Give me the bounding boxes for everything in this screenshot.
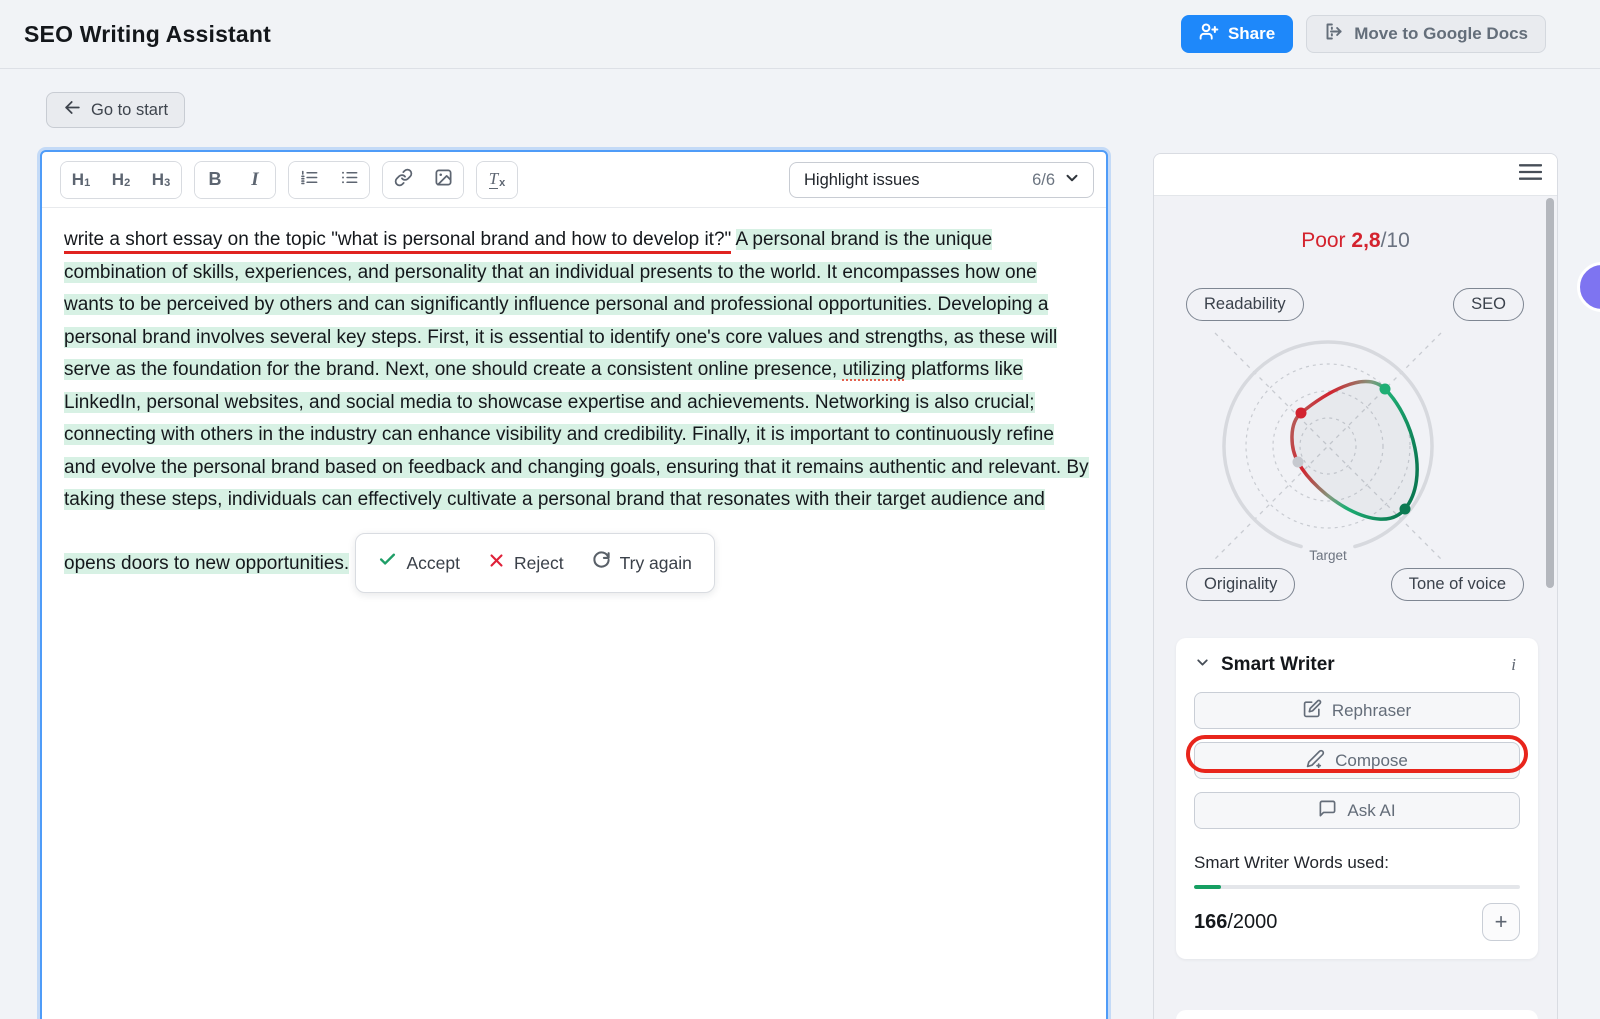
ordered-list-icon	[300, 168, 319, 192]
rephraser-label: Rephraser	[1332, 701, 1411, 721]
smart-writer-header[interactable]: Smart Writer i	[1194, 654, 1520, 676]
smart-writer-card: Smart Writer i Rephraser Compos	[1176, 638, 1538, 959]
prompt-text: write a short essay on the topic "what i…	[64, 229, 731, 254]
heading-group: H1 H2 H3	[60, 161, 182, 199]
export-icon	[1324, 21, 1345, 47]
add-words-button[interactable]: +	[1482, 903, 1520, 941]
readability-pill[interactable]: Readability	[1186, 288, 1304, 321]
chevron-down-icon	[1063, 169, 1081, 192]
topbar-actions: Share Move to Google Docs	[1181, 15, 1546, 53]
reject-button[interactable]: Reject	[488, 547, 564, 580]
score-label: Poor	[1301, 229, 1345, 252]
score-gauge: Target	[1154, 324, 1558, 574]
share-button-label: Share	[1228, 24, 1275, 44]
compose-label: Compose	[1335, 751, 1408, 771]
arrow-left-icon	[63, 98, 82, 122]
page-title: SEO Writing Assistant	[24, 21, 271, 48]
h2-button[interactable]: H2	[101, 162, 141, 198]
editor-panel: H1 H2 H3 B I	[40, 150, 1108, 1019]
words-used-count: 166/2000	[1194, 911, 1277, 934]
readability-dot	[1296, 408, 1307, 419]
score-value: 2,8	[1351, 229, 1380, 252]
words-used-progress-fill	[1194, 885, 1221, 889]
originality-dot	[1293, 457, 1304, 468]
link-icon	[394, 168, 413, 192]
next-card-peek	[1176, 1010, 1538, 1019]
seo-pill[interactable]: SEO	[1453, 288, 1524, 321]
go-to-start-button[interactable]: Go to start	[46, 92, 185, 128]
bullet-list-icon	[340, 168, 359, 192]
generated-essay-text: A personal brand is the unique combinati…	[64, 229, 1089, 574]
words-used-label: Smart Writer Words used:	[1194, 853, 1520, 873]
bullet-list-button[interactable]	[329, 162, 369, 198]
ordered-list-button[interactable]	[289, 162, 329, 198]
smart-writer-title: Smart Writer	[1221, 654, 1335, 676]
words-used-progress-bar	[1194, 885, 1520, 889]
check-icon	[378, 547, 397, 580]
clear-formatting-button[interactable]: Tx	[477, 162, 517, 198]
try-again-label: Try again	[620, 547, 692, 580]
list-group	[288, 161, 370, 199]
accept-label: Accept	[406, 547, 460, 580]
highlight-issues-dropdown[interactable]: Highlight issues 6/6	[789, 162, 1094, 198]
overall-score: Poor 2,8/10	[1154, 229, 1557, 253]
edit-icon	[1303, 699, 1322, 723]
target-label: Target	[1309, 548, 1347, 563]
top-bar: SEO Writing Assistant Share Move to Goog…	[0, 0, 1600, 69]
editor-text-area[interactable]: write a short essay on the topic "what i…	[42, 208, 1106, 593]
sidebar-header	[1154, 154, 1557, 196]
bold-button[interactable]: B	[195, 162, 235, 198]
rephraser-button[interactable]: Rephraser	[1194, 692, 1520, 729]
image-icon	[434, 168, 453, 192]
chevron-down-icon	[1194, 654, 1211, 676]
magic-pen-icon	[1306, 749, 1325, 773]
move-to-google-docs-label: Move to Google Docs	[1354, 24, 1528, 44]
score-blob	[1292, 382, 1417, 520]
highlight-issues-count: 6/6	[1032, 171, 1055, 190]
accept-button[interactable]: Accept	[378, 547, 460, 580]
person-plus-icon	[1199, 22, 1219, 47]
tone-of-voice-dot	[1400, 504, 1411, 515]
link-button[interactable]	[383, 162, 423, 198]
refresh-icon	[592, 547, 611, 580]
compose-button[interactable]: Compose	[1194, 742, 1520, 779]
ask-ai-button[interactable]: Ask AI	[1194, 792, 1520, 829]
insert-group	[382, 161, 464, 199]
format-group: B I	[194, 161, 276, 199]
seo-dot	[1380, 384, 1391, 395]
clear-group: Tx	[476, 161, 518, 199]
words-used-footer: 166/2000 +	[1194, 903, 1520, 941]
go-to-start-label: Go to start	[91, 101, 168, 120]
score-sidebar: Poor 2,8/10 Readability SEO Originality …	[1153, 153, 1558, 1019]
move-to-google-docs-button[interactable]: Move to Google Docs	[1306, 15, 1546, 53]
info-icon[interactable]: i	[1511, 655, 1520, 675]
insert-image-button[interactable]	[423, 162, 463, 198]
menu-icon[interactable]	[1519, 163, 1542, 186]
chat-icon	[1318, 799, 1337, 823]
share-button[interactable]: Share	[1181, 15, 1293, 53]
x-icon	[488, 547, 505, 580]
ask-ai-label: Ask AI	[1347, 801, 1395, 821]
italic-button[interactable]: I	[235, 162, 275, 198]
try-again-button[interactable]: Try again	[592, 547, 692, 580]
clear-formatting-icon: Tx	[489, 170, 506, 189]
ai-suggestion-actions: Accept Reject Try again	[355, 533, 714, 594]
reject-label: Reject	[514, 547, 564, 580]
editor-toolbar: H1 H2 H3 B I	[42, 152, 1106, 208]
h1-button[interactable]: H1	[61, 162, 101, 198]
highlight-issues-label: Highlight issues	[804, 171, 920, 190]
score-suffix: /10	[1381, 229, 1410, 252]
h3-button[interactable]: H3	[141, 162, 181, 198]
floating-assistant-button[interactable]	[1577, 262, 1600, 312]
